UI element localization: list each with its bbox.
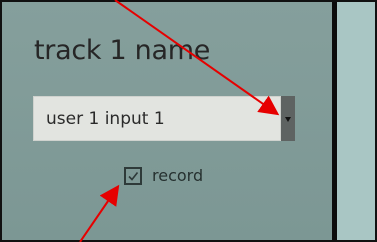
record-checkbox[interactable] <box>124 166 142 185</box>
track-panel: track 1 name user 1 input 1 record <box>2 2 332 240</box>
dropdown-button[interactable] <box>281 96 295 141</box>
record-toggle[interactable]: record <box>124 166 203 185</box>
input-select-value[interactable]: user 1 input 1 <box>33 96 281 141</box>
record-label: record <box>152 166 204 185</box>
checkmark-icon <box>128 171 139 181</box>
dropdown-arrow-icon <box>285 116 291 122</box>
input-select-dropdown[interactable]: user 1 input 1 <box>33 96 295 141</box>
right-panel <box>337 2 375 240</box>
screenshot-frame: track 1 name user 1 input 1 record <box>0 0 377 242</box>
track-name-label[interactable]: track 1 name <box>34 35 210 66</box>
